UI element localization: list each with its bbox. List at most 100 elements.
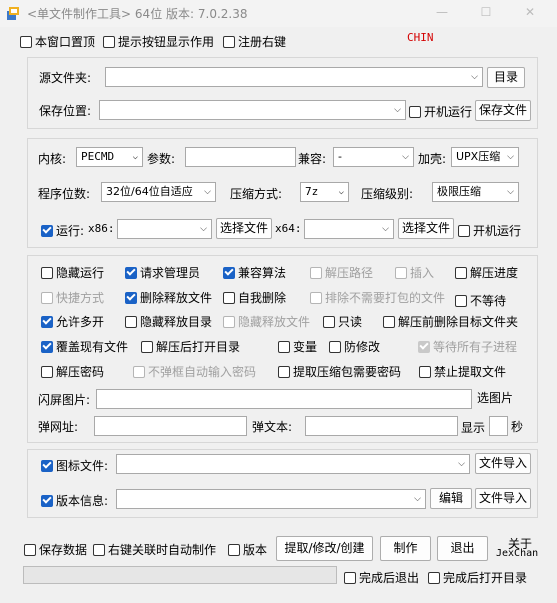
register-context-checkbox[interactable]: 注册右键 xyxy=(223,33,286,50)
chevron-down-icon: ⌵ xyxy=(507,152,514,162)
self-delete-checkbox[interactable]: 自我删除 xyxy=(223,289,286,306)
exit-button[interactable]: 退出 xyxy=(437,536,488,561)
chevron-down-icon: ⌵ xyxy=(132,152,138,162)
make-button[interactable]: 制作 xyxy=(380,536,431,561)
seconds-input[interactable] xyxy=(489,416,508,436)
open-dir-after-checkbox[interactable]: 完成后打开目录 xyxy=(428,569,527,586)
select-file-x86-button[interactable]: 选择文件 xyxy=(216,218,272,239)
chevron-down-icon: ⌵ xyxy=(394,105,401,115)
save-location-label: 保存位置: xyxy=(39,104,92,118)
open-dir-after-extract-checkbox[interactable]: 解压后打开目录 xyxy=(141,338,240,355)
show-label: 显示 xyxy=(461,421,486,435)
hide-run-checkbox[interactable]: 隐藏运行 xyxy=(41,264,104,281)
select-file-x64-button[interactable]: 选择文件 xyxy=(398,218,454,239)
chevron-down-icon: ⌵ xyxy=(382,224,389,234)
source-folder-label: 源文件夹: xyxy=(39,71,92,85)
save-file-button[interactable]: 保存文件 xyxy=(475,100,531,121)
x64-combo[interactable]: ⌵ xyxy=(304,219,394,239)
icon-file-checkbox[interactable]: 图标文件: xyxy=(41,457,108,474)
version-checkbox[interactable]: 版本 xyxy=(228,541,267,558)
readonly-checkbox[interactable]: 只读 xyxy=(323,313,362,330)
chevron-down-icon: ⌵ xyxy=(200,224,207,234)
exit-after-checkbox[interactable]: 完成后退出 xyxy=(344,569,419,586)
params-label: 参数: xyxy=(147,152,176,166)
x86-combo[interactable]: ⌵ xyxy=(117,219,212,239)
no-wait-checkbox[interactable]: 不等待 xyxy=(455,292,506,309)
always-on-top-checkbox[interactable]: 本窗口置顶 xyxy=(20,33,95,50)
app-icon xyxy=(7,7,19,20)
version-info-checkbox[interactable]: 版本信息: xyxy=(41,492,108,509)
chevron-down-icon: ⌵ xyxy=(414,494,421,504)
x64-label: x64: xyxy=(275,222,302,235)
popup-url-input[interactable] xyxy=(94,416,247,436)
chevron-down-icon: ⌵ xyxy=(458,459,465,469)
hide-release-dir-checkbox[interactable]: 隐藏释放目录 xyxy=(125,313,212,330)
run-checkbox[interactable]: 运行: xyxy=(41,222,84,239)
window-title: <单文件制作工具> 64位 版本: 7.0.2.38 xyxy=(27,7,248,21)
seconds-label: 秒 xyxy=(511,420,524,434)
delete-target-before-checkbox[interactable]: 解压前删除目标文件夹 xyxy=(383,313,518,330)
import-icon-button[interactable]: 文件导入 xyxy=(475,453,531,474)
popup-text-input[interactable] xyxy=(305,416,458,436)
variable-checkbox[interactable]: 变量 xyxy=(278,338,317,355)
source-folder-combo[interactable]: ⌵ xyxy=(105,67,483,87)
shell-label: 加壳: xyxy=(418,152,447,166)
extract-path-checkbox[interactable]: 解压路径 xyxy=(310,264,373,281)
extract-needs-password-checkbox[interactable]: 提取压缩包需要密码 xyxy=(278,363,401,380)
version-info-combo[interactable]: ⌵ xyxy=(116,489,426,509)
import-version-button[interactable]: 文件导入 xyxy=(475,488,531,509)
tooltips-checkbox[interactable]: 提示按钮显示作用 xyxy=(103,33,214,50)
splash-label: 闪屏图片: xyxy=(38,393,91,407)
auto-make-checkbox[interactable]: 右键关联时自动制作 xyxy=(93,541,216,558)
minimize-icon[interactable]: — xyxy=(434,4,450,20)
forbid-extract-checkbox[interactable]: 禁止提取文件 xyxy=(419,363,506,380)
overwrite-existing-checkbox[interactable]: 覆盖现有文件 xyxy=(41,338,128,355)
kernel-label: 内核: xyxy=(38,152,67,166)
extract-password-checkbox[interactable]: 解压密码 xyxy=(41,363,104,380)
wait-children-checkbox[interactable]: 等待所有子进程 xyxy=(418,338,517,355)
x86-label: x86: xyxy=(88,222,115,235)
close-icon[interactable]: ✕ xyxy=(522,4,538,20)
icon-file-combo[interactable]: ⌵ xyxy=(116,454,470,474)
extract-progress-checkbox[interactable]: 解压进度 xyxy=(455,264,518,281)
chevron-down-icon: ⌵ xyxy=(204,187,211,197)
save-location-combo[interactable]: ⌵ xyxy=(99,100,406,120)
progress-bar xyxy=(23,566,337,584)
author-link[interactable]: JexChan xyxy=(496,548,538,559)
maximize-icon[interactable]: ☐ xyxy=(478,4,494,20)
dir-button[interactable]: 目录 xyxy=(487,67,525,88)
splash-input[interactable] xyxy=(96,389,472,409)
insert-checkbox[interactable]: 插入 xyxy=(395,264,434,281)
popup-url-label: 弹网址: xyxy=(38,420,79,434)
compress-level-combo[interactable]: 极限压缩 ⌵ xyxy=(432,182,519,202)
run-autorun-checkbox[interactable]: 开机运行 xyxy=(458,222,521,239)
autorun-checkbox[interactable]: 开机运行 xyxy=(409,103,472,120)
compress-level-label: 压缩级别: xyxy=(361,187,414,201)
no-popup-password-checkbox[interactable]: 不弹框自动输入密码 xyxy=(133,363,256,380)
chin-label: CHIN xyxy=(407,31,434,44)
compress-method-label: 压缩方式: xyxy=(230,187,283,201)
compat-combo[interactable]: - ⌵ xyxy=(333,147,414,167)
anti-modify-checkbox[interactable]: 防修改 xyxy=(329,338,380,355)
shortcut-checkbox[interactable]: 快捷方式 xyxy=(41,289,104,306)
compress-method-combo[interactable]: 7z ⌵ xyxy=(300,182,349,202)
bits-label: 程序位数: xyxy=(38,187,91,201)
shell-combo[interactable]: UPX压缩 ⌵ xyxy=(451,147,519,167)
compat-algo-checkbox[interactable]: 兼容算法 xyxy=(223,264,286,281)
delete-released-checkbox[interactable]: 删除释放文件 xyxy=(125,289,212,306)
kernel-combo[interactable]: PECMD ⌵ xyxy=(76,147,143,167)
params-input[interactable] xyxy=(185,147,296,167)
allow-multi-checkbox[interactable]: 允许多开 xyxy=(41,313,104,330)
hide-release-file-checkbox[interactable]: 隐藏释放文件 xyxy=(223,313,310,330)
save-data-checkbox[interactable]: 保存数据 xyxy=(24,541,87,558)
chevron-down-icon: ⌵ xyxy=(471,72,478,82)
chevron-down-icon: ⌵ xyxy=(338,187,344,197)
extract-modify-create-button[interactable]: 提取/修改/创建 xyxy=(276,536,373,561)
chevron-down-icon: ⌵ xyxy=(402,152,409,162)
edit-version-button[interactable]: 编辑 xyxy=(430,488,472,509)
exclude-unneeded-checkbox[interactable]: 排除不需要打包的文件 xyxy=(310,289,445,306)
select-image-button[interactable]: 选图片 xyxy=(475,389,515,410)
compat-label: 兼容: xyxy=(298,152,327,166)
request-admin-checkbox[interactable]: 请求管理员 xyxy=(125,264,200,281)
bits-combo[interactable]: 32位/64位自适应 ⌵ xyxy=(101,182,216,202)
